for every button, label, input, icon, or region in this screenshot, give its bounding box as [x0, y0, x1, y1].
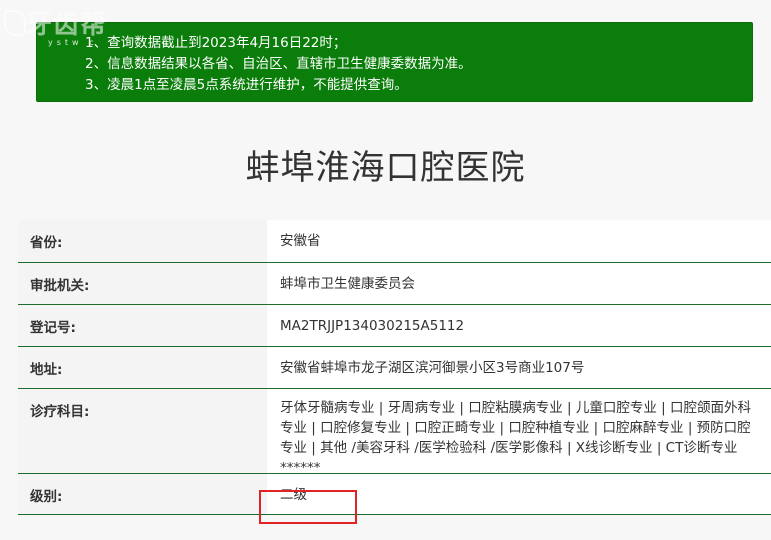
- province-value: 安徽省: [280, 233, 321, 249]
- province-label: 省份:: [18, 220, 268, 262]
- notice-line-3: 3、凌晨1点至凌晨5点系统进行维护，不能提供查询。: [85, 77, 408, 93]
- hospital-name-title: 蚌埠淮海口腔医院: [245, 148, 526, 188]
- notice-line-2: 2、信息数据结果以各省、自治区、直辖市卫生健康委数据为准。: [85, 56, 472, 72]
- notice-line-1: 1、查询数据截止到2023年4月16日22时；: [85, 35, 347, 51]
- hospital-info-table: 省份: 安徽省 审批机关: 蚌埠市卫生健康委员会 登记号: MA2TRJJP13…: [18, 220, 771, 515]
- authority-label: 审批机关:: [18, 263, 268, 304]
- departments-value: 牙体牙髓病专业 | 牙周病专业 | 口腔粘膜病专业 | 儿童口腔专业 | 口腔颌…: [280, 400, 752, 476]
- tooth-logo-icon: [4, 10, 26, 36]
- grade-highlight-box: [259, 490, 357, 524]
- table-row-province: 省份: 安徽省: [18, 220, 771, 263]
- registration-value: MA2TRJJP134030215A5112: [280, 318, 465, 334]
- address-label: 地址:: [18, 347, 268, 388]
- grade-label: 级别:: [18, 474, 268, 514]
- authority-value: 蚌埠市卫生健康委员会: [280, 276, 415, 292]
- notice-banner: 1、查询数据截止到2023年4月16日22时； 2、信息数据结果以各省、自治区、…: [36, 22, 753, 102]
- table-row-departments: 诊疗科目: 牙体牙髓病专业 | 牙周病专业 | 口腔粘膜病专业 | 儿童口腔专业…: [18, 389, 771, 476]
- table-row-authority: 审批机关: 蚌埠市卫生健康委员会: [18, 263, 771, 305]
- departments-label: 诊疗科目:: [18, 389, 268, 473]
- registration-label: 登记号:: [18, 305, 268, 346]
- address-value: 安徽省蚌埠市龙子湖区滨河御景小区3号商业107号: [280, 360, 585, 376]
- page: 牙齿帮 ystw c 1、查询数据截止到2023年4月16日22时； 2、信息数…: [0, 0, 771, 540]
- table-row-grade: 级别: 二级: [18, 474, 771, 515]
- table-row-address: 地址: 安徽省蚌埠市龙子湖区滨河御景小区3号商业107号: [18, 347, 771, 389]
- table-row-registration: 登记号: MA2TRJJP134030215A5112: [18, 305, 771, 347]
